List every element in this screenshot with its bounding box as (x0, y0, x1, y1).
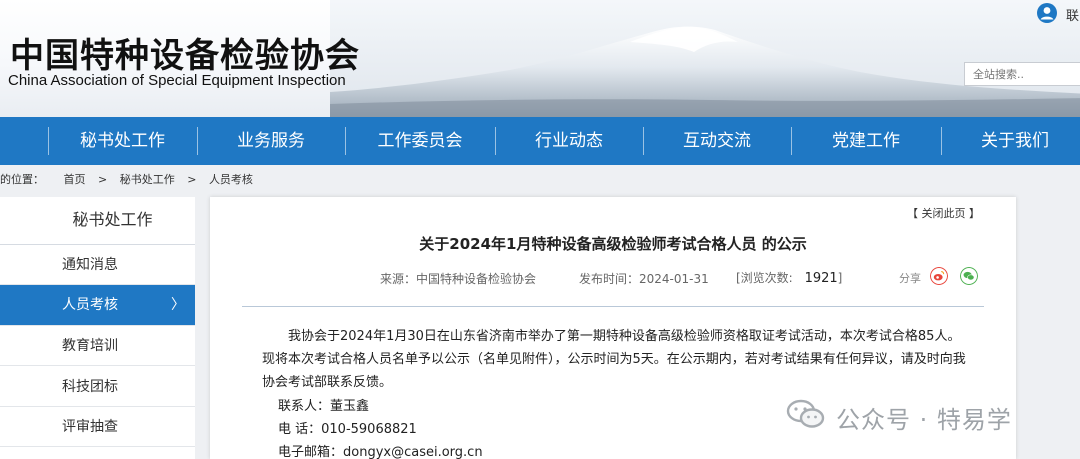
close-page-link[interactable]: 【 关闭此页 】 (907, 205, 980, 221)
wechat-icon[interactable] (960, 267, 978, 285)
article-body-text: 我协会于2024年1月30日在山东省济南市举办了第一期特种设备高级检验师资格取证… (262, 329, 966, 390)
article-body-paragraph: 我协会于2024年1月30日在山东省济南市举办了第一期特种设备高级检验师资格取证… (262, 325, 970, 394)
site-header: 中国特种设备检验协会 China Association of Special … (0, 0, 1080, 117)
mountain-banner-image (330, 0, 1080, 117)
share-label: 分享 (899, 272, 921, 285)
breadcrumb: 的位置： 首页 > 秘书处工作 > 人员考核 (0, 171, 253, 191)
article-divider (242, 306, 984, 307)
article-title: 关于2024年1月特种设备高级检验师考试合格人员 的公示 (419, 235, 807, 253)
sidebar-item-label: 评审抽查 (62, 419, 118, 435)
sidebar-item-label: 人员考核 (62, 297, 118, 313)
watermark-text: 公众号 · 特易学 (836, 406, 1012, 434)
breadcrumb-current[interactable]: 人员考核 (209, 171, 253, 187)
breadcrumb-home[interactable]: 首页 (64, 171, 86, 187)
sidebar-item-personnel-exam[interactable]: 人员考核 〉 (0, 285, 195, 326)
sidebar-title: 秘书处工作 (0, 197, 195, 245)
breadcrumb-secretariat[interactable]: 秘书处工作 (120, 171, 175, 187)
nav-item-interaction[interactable]: 互动交流 (644, 117, 790, 165)
weibo-icon[interactable] (930, 267, 948, 285)
breadcrumb-separator: > (187, 173, 197, 186)
chevron-right-icon: 〉 (171, 297, 185, 313)
site-logo-chinese[interactable]: 中国特种设备检验协会 (10, 28, 360, 77)
main-nav: 秘书处工作 业务服务 工作委员会 行业动态 互动交流 党建工作 关于我们 (0, 117, 1080, 165)
contact-person: 联系人：董玉鑫 (278, 399, 370, 414)
user-link[interactable]: 联 (1066, 5, 1079, 24)
views-suffix: ] (837, 271, 843, 285)
sidebar-item-label: 教育培训 (62, 338, 118, 354)
nav-item-secretariat[interactable]: 秘书处工作 (49, 117, 196, 165)
sidebar-item-label: 通知消息 (62, 257, 118, 273)
nav-item-party-building[interactable]: 党建工作 (792, 117, 940, 165)
views-value: 1921 (804, 271, 838, 286)
sidebar-item-notices[interactable]: 通知消息 (0, 245, 195, 285)
article-publish-date: 发布时间：2024-01-31 (579, 272, 709, 286)
article-view-count: [浏览次数: 1921] (736, 269, 842, 286)
contact-email: 电子邮箱：dongyx@casei.org.cn (278, 445, 483, 459)
wechat-logo-icon (786, 399, 825, 428)
nav-item-committees[interactable]: 工作委员会 (346, 117, 494, 165)
sidebar: 秘书处工作 通知消息 人员考核 〉 教育培训 科技团标 评审抽查 (0, 197, 195, 459)
breadcrumb-prefix: 的位置： (0, 173, 44, 186)
contact-phone: 电 话：010-59068821 (278, 422, 417, 437)
sidebar-item-standards[interactable]: 科技团标 (0, 367, 195, 407)
sidebar-item-training[interactable]: 教育培训 (0, 326, 195, 366)
sidebar-item-label: 科技团标 (62, 379, 118, 395)
views-label: [浏览次数: (736, 271, 793, 285)
nav-item-services[interactable]: 业务服务 (198, 117, 344, 165)
user-icon[interactable] (1037, 3, 1057, 23)
site-logo-english[interactable]: China Association of Special Equipment I… (8, 72, 346, 89)
sidebar-item-review[interactable]: 评审抽查 (0, 407, 195, 447)
nav-item-industry-news[interactable]: 行业动态 (496, 117, 642, 165)
breadcrumb-separator: > (98, 173, 108, 186)
search-input[interactable] (964, 62, 1080, 86)
nav-item-about-us[interactable]: 关于我们 (942, 117, 1080, 165)
article-source: 来源：中国特种设备检验协会 (380, 272, 537, 286)
